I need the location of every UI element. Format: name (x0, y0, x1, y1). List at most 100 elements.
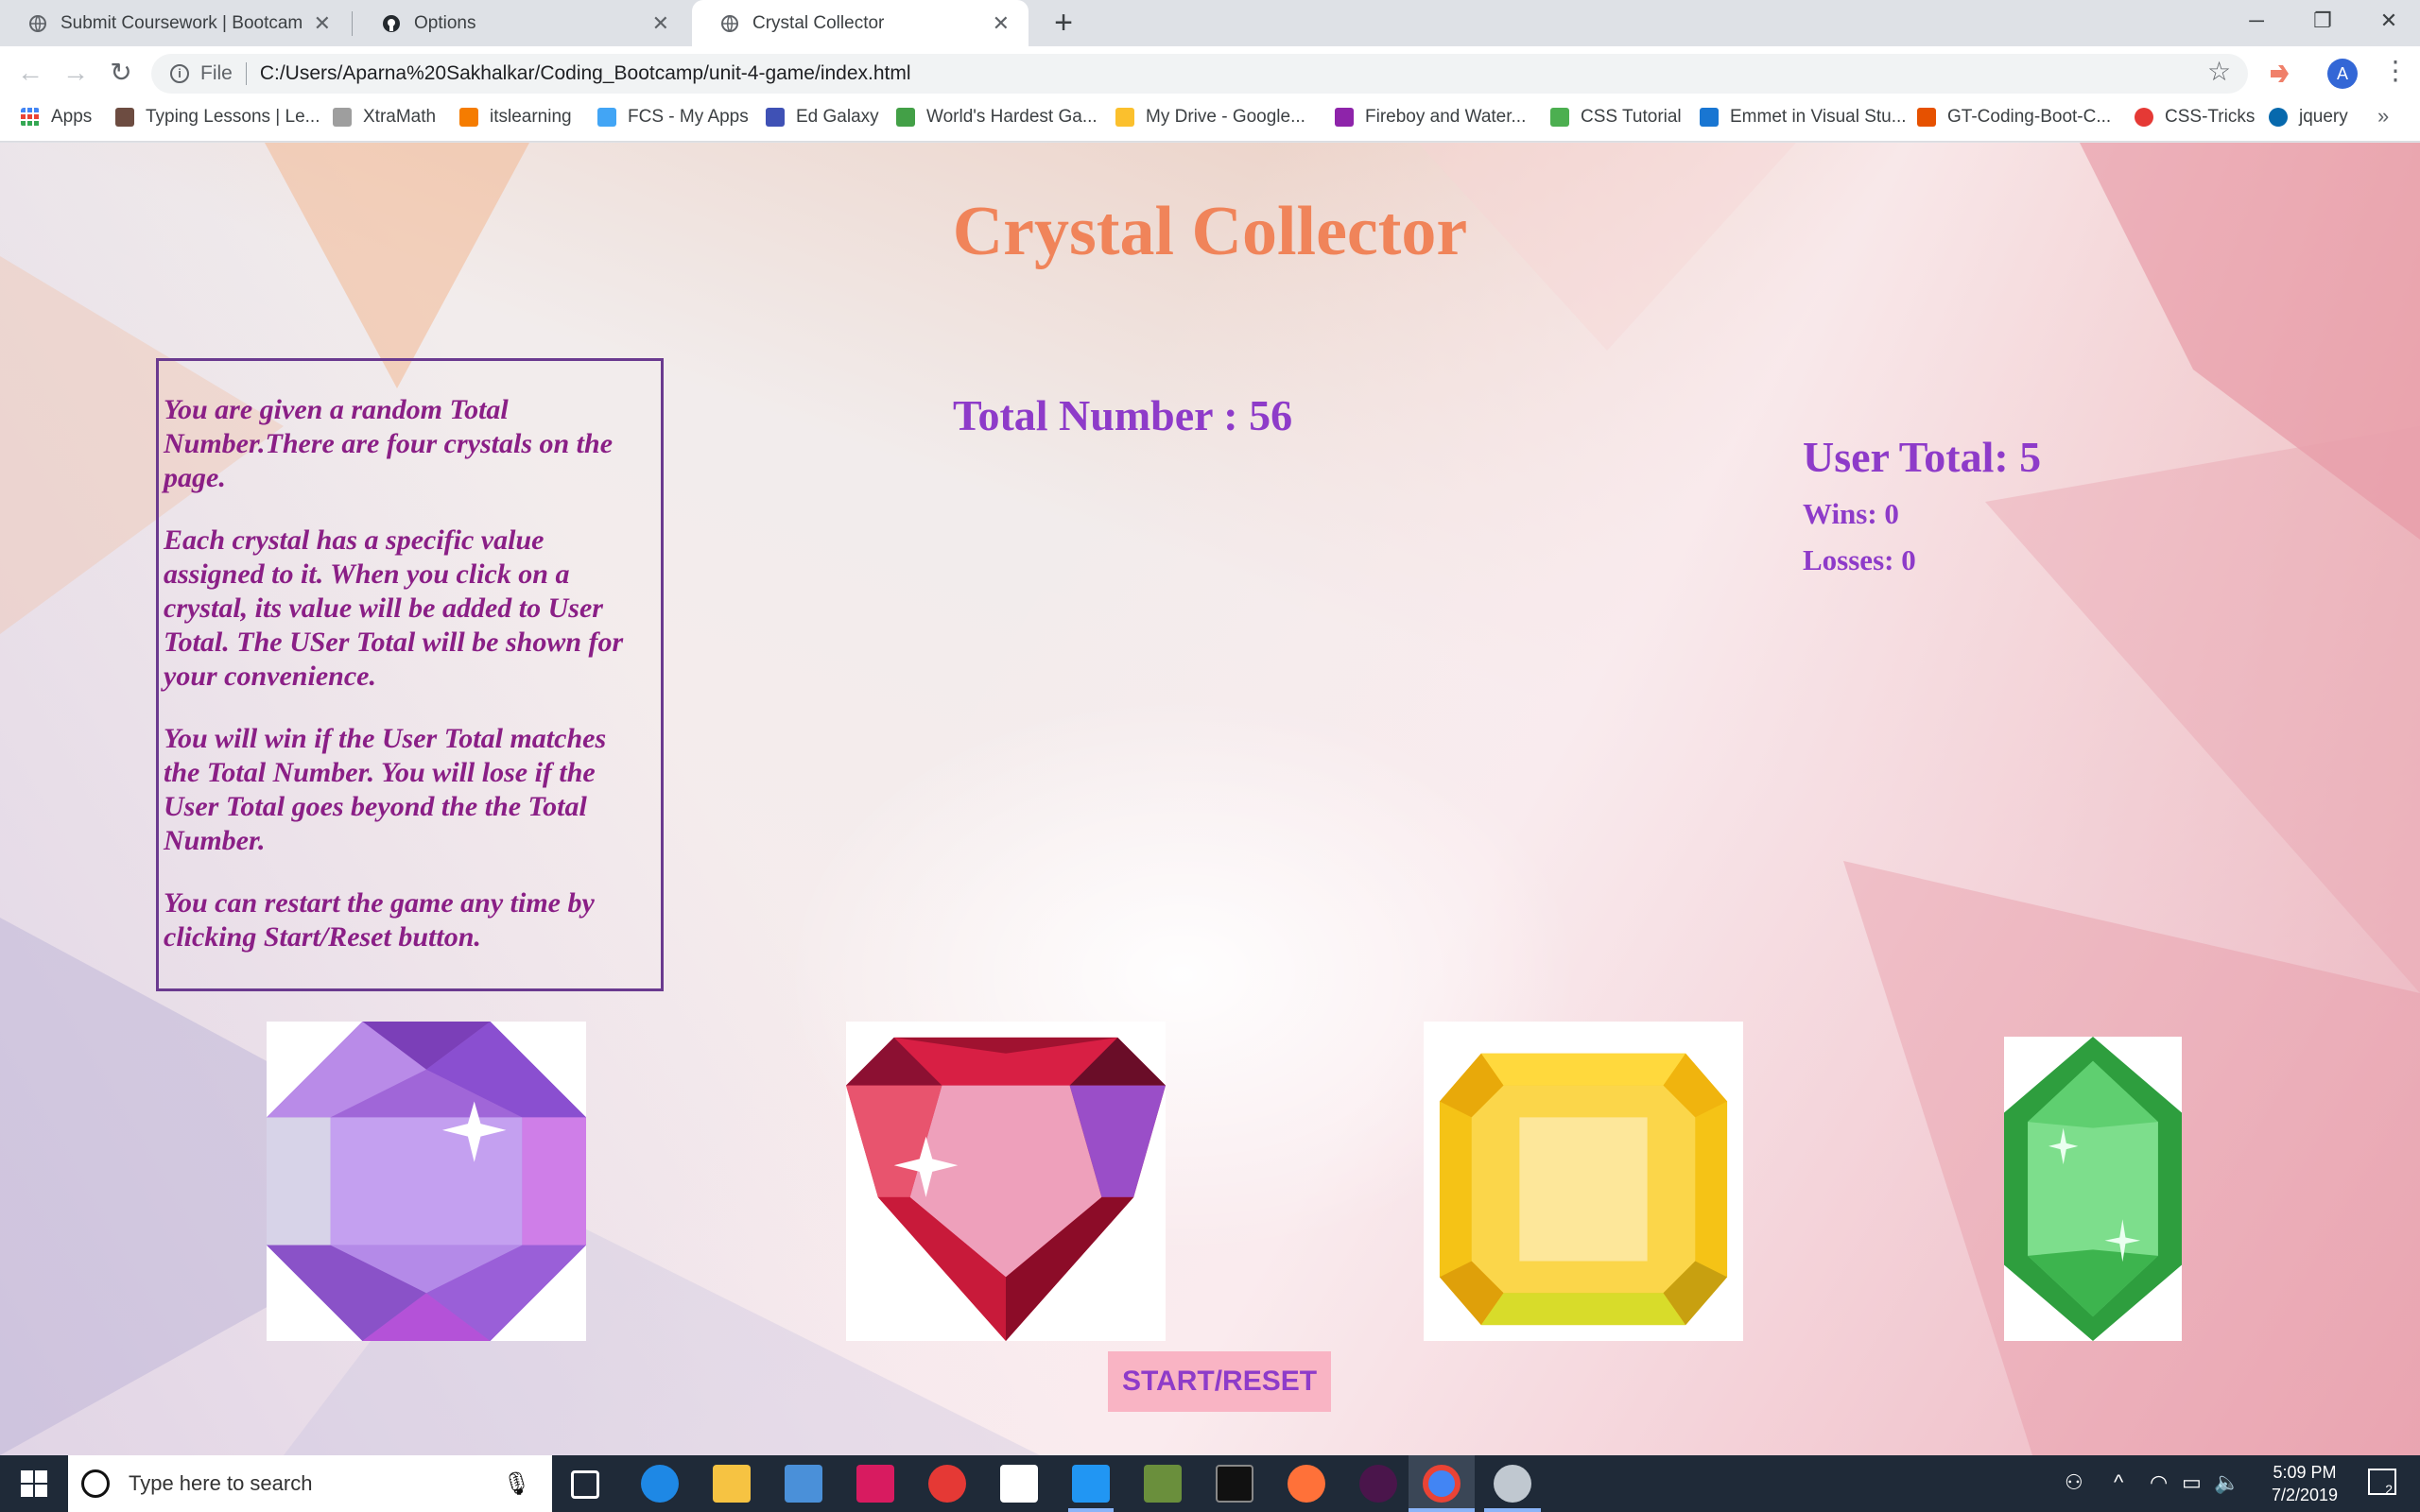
taskbar-search-box[interactable]: Type here to search 🎙 (68, 1455, 552, 1512)
bookmark-label: CSS-Tricks (2165, 107, 2256, 127)
bookmark-ed-galaxy[interactable]: Ed Galaxy (766, 100, 879, 134)
close-tab-icon[interactable]: ✕ (652, 11, 669, 36)
more-bookmarks-icon[interactable]: » (2377, 104, 2389, 129)
reload-button[interactable]: ↻ (102, 54, 140, 92)
ed-galaxy-icon (766, 108, 785, 127)
purple-crystal[interactable] (267, 1022, 586, 1341)
task-view-icon[interactable] (571, 1470, 599, 1499)
bookmark-typing-lessons[interactable]: Typing Lessons | Le... (115, 100, 320, 134)
bookmark-label: Emmet in Visual Stu... (1730, 107, 1907, 127)
running-indicator (1484, 1508, 1541, 1512)
bookmark-star-icon[interactable]: ☆ (2207, 56, 2231, 87)
vscode-icon[interactable] (1072, 1465, 1110, 1503)
instructions-panel: You are given a random Total Number.Ther… (156, 358, 664, 991)
slack-icon[interactable] (1359, 1465, 1397, 1503)
cloud-icon (597, 108, 616, 127)
file-explorer-icon[interactable] (713, 1465, 751, 1503)
github-icon (383, 14, 400, 32)
bookmark-gt-coding-bootcamp[interactable]: GT-Coding-Boot-C... (1917, 100, 2111, 134)
tab-strip: Submit Coursework | Bootcamp S ✕ Options… (0, 0, 2420, 46)
w3schools-icon (1550, 108, 1569, 127)
user-total: User Total: 5 (1803, 433, 2042, 481)
bookmark-xtramath[interactable]: XtraMath (333, 100, 436, 134)
extension-icon[interactable] (2267, 60, 2293, 87)
tab-submit-coursework[interactable]: Submit Coursework | Bootcamp S ✕ (0, 0, 350, 46)
globe-icon (29, 14, 46, 32)
app-icon[interactable] (856, 1465, 894, 1503)
microphone-icon[interactable]: 🎙 (503, 1470, 531, 1498)
css-tricks-icon (2135, 108, 2153, 127)
bookmark-emmet[interactable]: Emmet in Visual Stu... (1700, 100, 1907, 134)
sync-app-icon[interactable] (928, 1465, 966, 1503)
clock-date: 7/2/2019 (2271, 1486, 2339, 1504)
volume-icon[interactable]: 🔈 (2214, 1470, 2239, 1495)
running-indicator (1068, 1508, 1114, 1512)
red-crystal-icon (846, 1037, 1166, 1341)
instruction-paragraph: Each crystal has a specific value assign… (164, 524, 624, 692)
green-crystal[interactable] (2004, 1037, 2182, 1341)
bookmark-css-tricks[interactable]: CSS-Tricks (2135, 100, 2255, 134)
edge-icon[interactable] (641, 1465, 679, 1503)
minimize-button[interactable]: ─ (2223, 0, 2290, 42)
action-center-icon[interactable]: 2 (2368, 1469, 2396, 1497)
battery-icon[interactable]: ▭ (2182, 1470, 2202, 1495)
bookmark-label: Ed Galaxy (796, 107, 879, 127)
game-icon (896, 108, 915, 127)
windows-taskbar: Type here to search 🎙 ⚇ ^ ◠ ▭ 🔈 5:09 PM … (0, 1455, 2420, 1512)
tab-crystal-collector[interactable]: Crystal Collector ✕ (692, 0, 1028, 46)
profile-avatar[interactable]: A (2327, 59, 2358, 89)
show-hidden-icons[interactable]: ^ (2114, 1470, 2123, 1495)
bookmark-fireboy-and-watergirl[interactable]: Fireboy and Water... (1335, 100, 1526, 134)
browser-menu-icon[interactable]: ⋮ (2382, 55, 2409, 86)
bookmark-jquery[interactable]: jquery (2269, 100, 2348, 134)
system-clock[interactable]: 5:09 PM 7/2/2019 (2248, 1461, 2361, 1506)
info-icon[interactable]: i (170, 64, 189, 83)
store-icon[interactable] (785, 1465, 822, 1503)
restore-button[interactable]: ❐ (2290, 0, 2356, 42)
notepad-plus-icon[interactable] (1144, 1465, 1182, 1503)
wifi-icon[interactable]: ◠ (2150, 1470, 2168, 1495)
firefox-icon[interactable] (1288, 1465, 1325, 1503)
google-drive-icon (1115, 108, 1134, 127)
url-text: C:/Users/Aparna%20Sakhalkar/Coding_Bootc… (259, 62, 911, 84)
tab-options[interactable]: Options ✕ (354, 0, 688, 46)
forward-button[interactable]: → (57, 54, 95, 92)
red-crystal[interactable] (846, 1022, 1166, 1341)
terminal-icon[interactable] (1216, 1465, 1253, 1503)
paint-icon[interactable] (1494, 1465, 1531, 1503)
bookmark-fcs-my-apps[interactable]: FCS - My Apps (597, 100, 749, 134)
bookmark-apps[interactable]: Apps (21, 100, 92, 134)
close-tab-icon[interactable]: ✕ (993, 11, 1010, 36)
close-window-button[interactable]: ✕ (2356, 0, 2420, 42)
gitlab-icon (1917, 108, 1936, 127)
bookmark-label: World's Hardest Ga... (926, 107, 1098, 127)
start-reset-button[interactable]: START/RESET (1108, 1351, 1331, 1412)
close-tab-icon[interactable]: ✕ (314, 11, 331, 36)
bookmark-label: CSS Tutorial (1581, 107, 1682, 127)
clock-time: 5:09 PM (2273, 1463, 2337, 1482)
bookmark-label: jquery (2299, 107, 2348, 127)
game-title: Crystal Collector (952, 193, 1468, 270)
back-button[interactable]: ← (11, 54, 49, 92)
new-tab-button[interactable]: + (1046, 6, 1081, 42)
tab-title: Submit Coursework | Bootcamp S (60, 12, 302, 33)
address-bar[interactable]: i File C:/Users/Aparna%20Sakhalkar/Codin… (151, 54, 2248, 94)
xtramath-icon (333, 108, 352, 127)
bookmark-my-drive[interactable]: My Drive - Google... (1115, 100, 1305, 134)
instruction-paragraph: You can restart the game any time by cli… (164, 887, 595, 953)
bookmark-label: Fireboy and Water... (1365, 107, 1527, 127)
windows-start-icon[interactable] (21, 1470, 47, 1497)
bookmark-label: My Drive - Google... (1146, 107, 1305, 127)
globe-icon (721, 14, 738, 32)
total-number: Total Number : 56 (953, 391, 1293, 439)
itslearning-icon (459, 108, 478, 127)
instruction-paragraph: You are given a random Total Number.Ther… (164, 394, 614, 493)
mail-icon[interactable] (1000, 1465, 1038, 1503)
people-icon[interactable]: ⚇ (2065, 1470, 2083, 1495)
tab-divider (352, 11, 353, 36)
bookmark-css-tutorial[interactable]: CSS Tutorial (1550, 100, 1682, 134)
bookmark-itslearning[interactable]: itslearning (459, 100, 572, 134)
bookmark-worlds-hardest-game[interactable]: World's Hardest Ga... (896, 100, 1098, 134)
chrome-icon[interactable] (1423, 1465, 1461, 1503)
yellow-crystal[interactable] (1424, 1022, 1743, 1341)
